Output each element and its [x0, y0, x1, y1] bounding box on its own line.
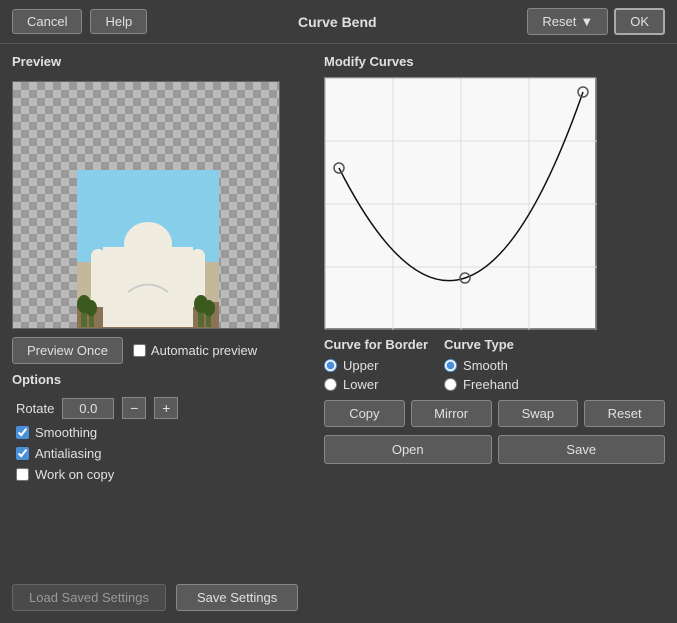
options-label: Options	[12, 372, 312, 387]
antialiasing-row[interactable]: Antialiasing	[16, 446, 312, 461]
lower-label: Lower	[343, 377, 378, 392]
right-panel: Modify Curves	[324, 54, 665, 568]
smoothing-row[interactable]: Smoothing	[16, 425, 312, 440]
curve-type-label: Curve Type	[444, 337, 519, 352]
freehand-radio[interactable]	[444, 378, 457, 391]
auto-preview-checkbox[interactable]	[133, 344, 146, 357]
smoothing-checkbox[interactable]	[16, 426, 29, 439]
help-button[interactable]: Help	[90, 9, 147, 34]
options-section: Options Rotate − + Smoothing Antialiasin…	[12, 372, 312, 482]
action-buttons: Copy Mirror Swap Reset	[324, 400, 665, 427]
preview-label: Preview	[12, 54, 312, 69]
reset-label: Reset	[542, 14, 576, 29]
copy-button[interactable]: Copy	[324, 400, 405, 427]
titlebar-right: Reset ▼ OK	[527, 8, 665, 35]
upper-label: Upper	[343, 358, 378, 373]
preview-once-button[interactable]: Preview Once	[12, 337, 123, 364]
reset-arrow-icon: ▼	[580, 14, 593, 29]
smoothing-label: Smoothing	[35, 425, 97, 440]
curve-svg	[325, 78, 597, 330]
rotate-decrement-button[interactable]: −	[122, 397, 146, 419]
smooth-radio-row[interactable]: Smooth	[444, 358, 519, 373]
rotate-label: Rotate	[16, 401, 54, 416]
antialiasing-label: Antialiasing	[35, 446, 102, 461]
main-content: Preview	[0, 44, 677, 578]
auto-preview-label[interactable]: Automatic preview	[133, 343, 257, 358]
titlebar-left: Cancel Help	[12, 9, 147, 34]
swap-button[interactable]: Swap	[498, 400, 579, 427]
reset-curves-button[interactable]: Reset	[584, 400, 665, 427]
work-on-copy-row[interactable]: Work on copy	[16, 467, 312, 482]
left-panel: Preview	[12, 54, 312, 568]
curve-controls: Curve for Border Upper Lower Curve Type …	[324, 337, 665, 392]
mirror-button[interactable]: Mirror	[411, 400, 492, 427]
preview-canvas	[12, 81, 280, 329]
rotate-increment-button[interactable]: +	[154, 397, 178, 419]
curve-for-border-col: Curve for Border Upper Lower	[324, 337, 428, 392]
titlebar: Cancel Help Curve Bend Reset ▼ OK	[0, 0, 677, 44]
lower-radio-row[interactable]: Lower	[324, 377, 428, 392]
reset-button[interactable]: Reset ▼	[527, 8, 608, 35]
dialog: Cancel Help Curve Bend Reset ▼ OK Previe…	[0, 0, 677, 623]
curve-for-border-label: Curve for Border	[324, 337, 428, 352]
smooth-label: Smooth	[463, 358, 508, 373]
load-saved-settings-button[interactable]: Load Saved Settings	[12, 584, 166, 611]
open-button[interactable]: Open	[324, 435, 492, 464]
modify-curves-label: Modify Curves	[324, 54, 665, 69]
bottom-bar: Load Saved Settings Save Settings	[0, 578, 677, 623]
curve-type-col: Curve Type Smooth Freehand	[444, 337, 519, 392]
curve-canvas[interactable]	[324, 77, 596, 329]
work-on-copy-label: Work on copy	[35, 467, 114, 482]
smooth-radio[interactable]	[444, 359, 457, 372]
work-on-copy-checkbox[interactable]	[16, 468, 29, 481]
upper-radio[interactable]	[324, 359, 337, 372]
rotate-input[interactable]	[62, 398, 114, 419]
ok-button[interactable]: OK	[614, 8, 665, 35]
rotate-row: Rotate − +	[16, 397, 312, 419]
save-button[interactable]: Save	[498, 435, 666, 464]
open-save-row: Open Save	[324, 435, 665, 464]
freehand-radio-row[interactable]: Freehand	[444, 377, 519, 392]
upper-radio-row[interactable]: Upper	[324, 358, 428, 373]
freehand-label: Freehand	[463, 377, 519, 392]
preview-controls: Preview Once Automatic preview	[12, 337, 312, 364]
dialog-title: Curve Bend	[298, 14, 377, 30]
auto-preview-text: Automatic preview	[151, 343, 257, 358]
cancel-button[interactable]: Cancel	[12, 9, 82, 34]
lower-radio[interactable]	[324, 378, 337, 391]
antialiasing-checkbox[interactable]	[16, 447, 29, 460]
preview-svg	[13, 82, 280, 329]
save-settings-button[interactable]: Save Settings	[176, 584, 298, 611]
